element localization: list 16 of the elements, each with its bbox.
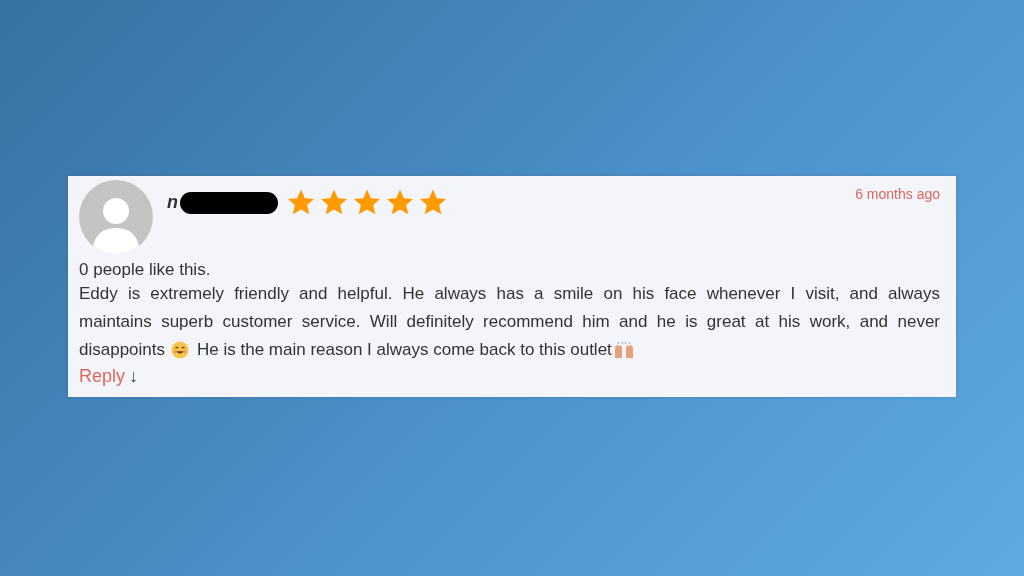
down-arrow[interactable]: ↓: [129, 366, 139, 387]
avatar-icon: [79, 180, 153, 254]
star-icon: [319, 188, 349, 217]
review-text: disappoints: [79, 339, 165, 361]
review-text: maintains superb customer service. Will definitely recommend him and he is great at his work, and never: [79, 311, 940, 333]
review-text: Eddy is extremely friendly and helpful. He always has a smile on his face whenever I visit, and always: [79, 283, 940, 305]
star-icon: [352, 188, 382, 217]
star-icon: [286, 188, 316, 217]
review-time: 6 months ago: [855, 186, 940, 202]
like-count: 0 people like this.: [79, 260, 212, 280]
star-icon: [418, 188, 448, 217]
reviewer-name: n: [167, 192, 178, 213]
star-icon: [385, 188, 415, 217]
smiling-face-icon: [171, 341, 189, 359]
review-text: He is the main reason I always come back to this outlet: [197, 339, 612, 361]
raised-hands-icon: [612, 341, 635, 359]
